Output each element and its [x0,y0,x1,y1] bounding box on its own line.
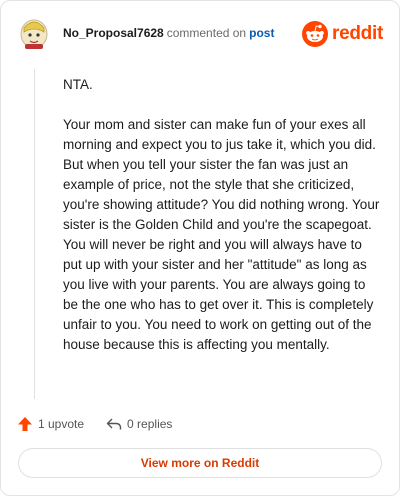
reply-arrow-icon [106,418,122,430]
brand-wordmark: reddit [332,23,383,44]
comment-embed-card: No_Proposal7628 commented on post reddit N… [0,0,400,496]
comment-body: NTA. Your mom and sister can make fun of… [63,75,381,375]
upvote-count: 1 upvote [38,417,85,431]
cartoon-avatar-icon [20,19,48,49]
comment-header: No_Proposal7628 commented on post reddit [1,1,399,71]
replies-button[interactable]: 0 replies [106,417,172,431]
comment-paragraph: NTA. [63,77,93,92]
username[interactable]: No_Proposal7628 [63,26,164,40]
comment-paragraph: Your mom and sister can make fun of your… [63,117,380,352]
view-more-on-reddit-button[interactable]: View more on Reddit [18,448,382,478]
replies-count: 0 replies [127,417,173,431]
post-link[interactable]: post [249,26,274,40]
thread-line [34,69,35,399]
upvote-button[interactable]: 1 upvote [17,416,84,432]
action-text: commented on [166,26,247,40]
upvote-arrow-icon [18,417,32,431]
reddit-brand[interactable]: reddit [302,21,383,47]
comment-meta: No_Proposal7628 commented on post [63,26,274,40]
user-avatar[interactable] [19,16,49,50]
comment-footer: 1 upvote 0 replies [17,413,194,435]
reddit-logo-icon [302,21,329,47]
